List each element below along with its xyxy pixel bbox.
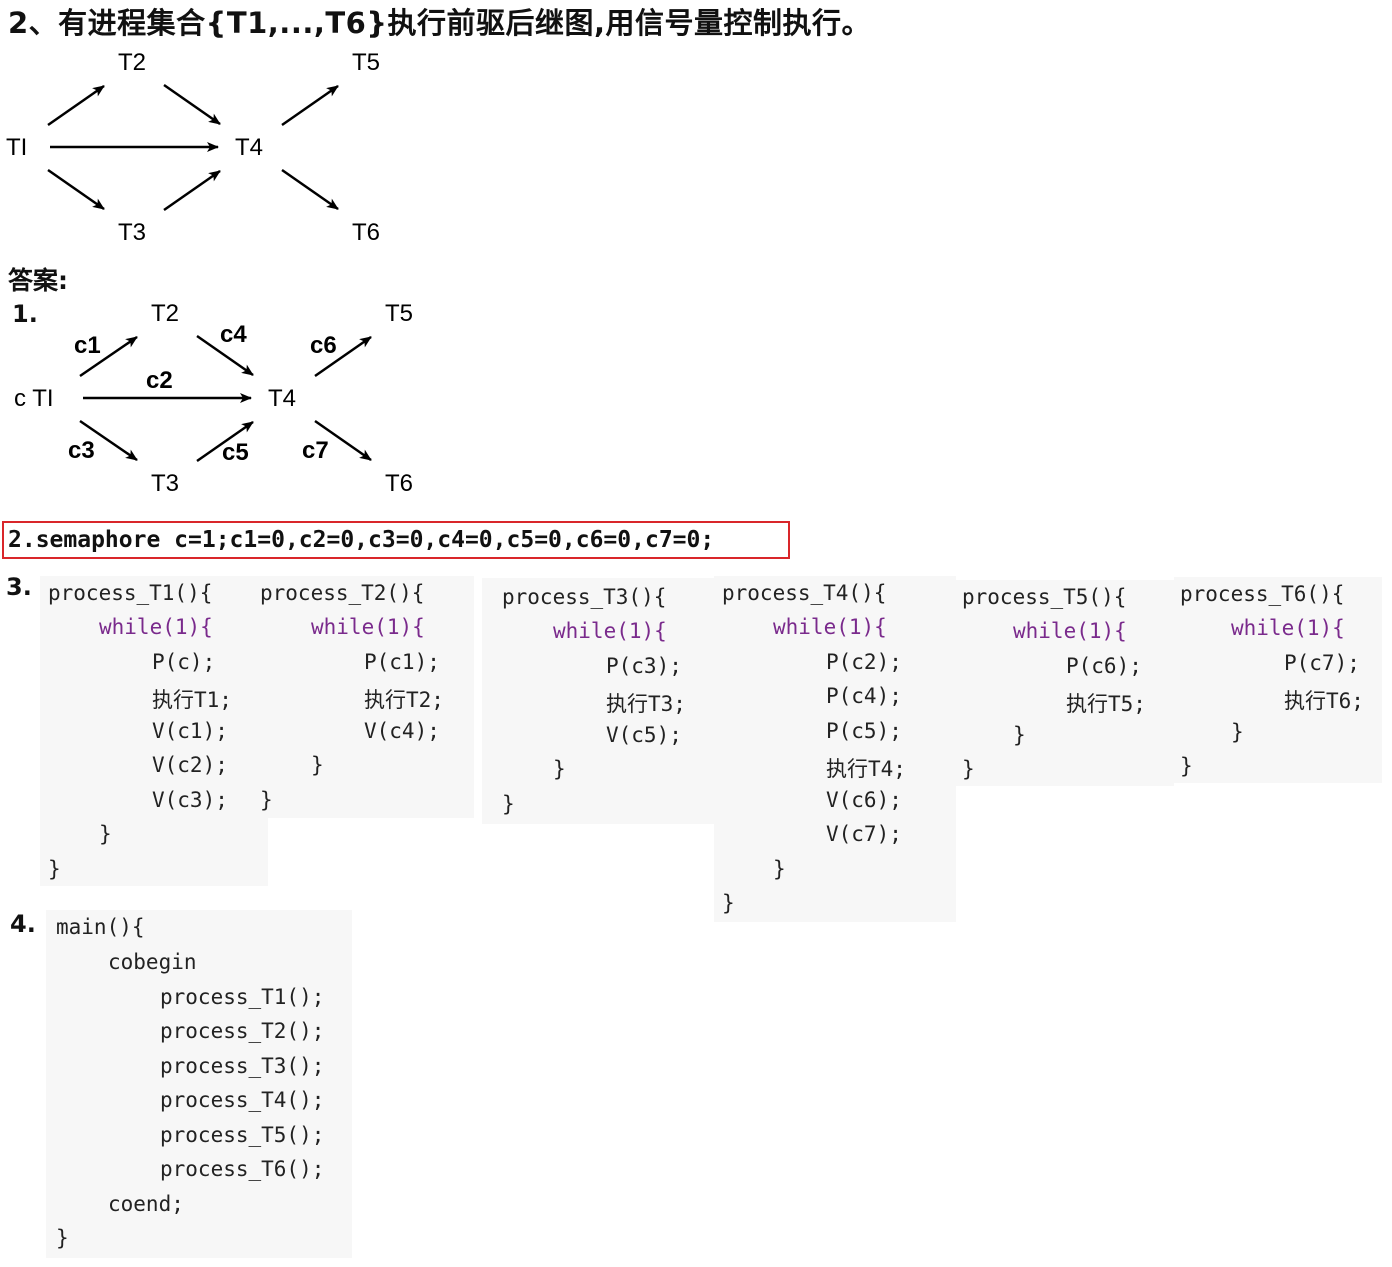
node-t1: c TI (14, 385, 54, 412)
code-line: 执行T2; (364, 688, 444, 712)
edge-t3-t4 (163, 169, 221, 212)
code-line: process_T2(){ (260, 581, 425, 605)
code-line: 执行T6; (1284, 689, 1364, 713)
code-line: process_T1(){ (48, 581, 213, 605)
code-line: main(){ (56, 915, 145, 939)
question-title: 2、有进程集合{T1,...,T6}执行前驱后继图,用信号量控制执行。 (8, 6, 871, 40)
code-line: } (48, 857, 61, 881)
semaphore-graph: c TI T2 T3 T4 T5 T6 c1 c2 c3 c4 c5 c6 c7 (14, 300, 413, 497)
node-t4: T4 (268, 385, 296, 412)
node-t3: T3 (118, 219, 146, 246)
node-t5: T5 (352, 49, 380, 76)
code-line: } (1180, 754, 1193, 778)
code-line: P(c6); (1066, 654, 1142, 678)
code-line: } (1231, 720, 1244, 744)
code-line: process_T3(); (160, 1054, 325, 1078)
code-line: V(c6); (826, 788, 902, 812)
code-block-t4: process_T4(){ while(1){ P(c2); P(c4); P(… (714, 576, 956, 922)
edge-t1-t3 (47, 168, 105, 211)
code-line: } (311, 753, 324, 777)
code-line: P(c1); (364, 650, 440, 674)
code-line: } (722, 891, 735, 915)
code-line: process_T3(){ (502, 585, 667, 609)
code-line: } (962, 757, 975, 781)
code-line: 执行T1; (152, 688, 232, 712)
code-line: process_T5(); (160, 1123, 325, 1147)
label-c7: c7 (302, 437, 329, 464)
code-line: 执行T4; (826, 757, 906, 781)
edge-t4-t5 (281, 84, 339, 127)
code-line: V(c5); (606, 723, 682, 747)
node-t3: T3 (151, 470, 179, 497)
code-line: process_T5(){ (962, 585, 1127, 609)
node-t2: T2 (118, 49, 146, 76)
code-line: V(c4); (364, 719, 440, 743)
label-c1: c1 (74, 332, 101, 359)
node-t5: T5 (385, 300, 413, 327)
edge-t1-t2 (47, 84, 105, 127)
node-t4: T4 (235, 134, 263, 161)
code-line: process_T4(); (160, 1088, 325, 1112)
node-t6: T6 (352, 219, 380, 246)
code-line: while(1){ (99, 615, 213, 639)
label-c5: c5 (222, 439, 249, 466)
code-line: while(1){ (553, 619, 667, 643)
node-t2: T2 (151, 300, 179, 327)
code-line: } (260, 788, 273, 812)
code-line: process_T6(); (160, 1157, 325, 1181)
edge-t4-t6 (281, 168, 339, 211)
code-line: 执行T3; (606, 692, 686, 716)
code-block-t5: process_T5(){ while(1){ P(c6); 执行T5; } } (956, 580, 1174, 786)
code-line: } (773, 857, 786, 881)
code-line: } (99, 822, 112, 846)
code-line: process_T4(){ (722, 581, 887, 605)
code-line: V(c2); (152, 753, 228, 777)
code-block-main: main(){ cobegin process_T1(); process_T2… (46, 910, 352, 1258)
semaphore-declaration: 2.semaphore c=1;c1=0,c2=0,c3=0,c4=0,c5=0… (2, 521, 790, 559)
code-line: } (553, 757, 566, 781)
code-line: } (56, 1226, 69, 1250)
code-line: } (1013, 723, 1026, 747)
code-line: cobegin (108, 950, 197, 974)
precedence-graph: TI T2 T3 T4 T5 T6 (6, 49, 380, 246)
code-line: while(1){ (1013, 619, 1127, 643)
label-c3: c3 (68, 437, 95, 464)
code-line: process_T1(); (160, 985, 325, 1009)
label-c2: c2 (146, 367, 173, 394)
code-line: while(1){ (311, 615, 425, 639)
code-block-t6: process_T6(){ while(1){ P(c7); 执行T6; } } (1174, 577, 1382, 783)
code-line: coend; (108, 1192, 184, 1216)
code-line: while(1){ (773, 615, 887, 639)
step3-number: 3. (6, 573, 32, 601)
code-line: P(c7); (1284, 651, 1360, 675)
node-t6: T6 (385, 470, 413, 497)
code-line: 执行T5; (1066, 692, 1146, 716)
label-c6: c6 (310, 332, 337, 359)
code-line: } (502, 792, 515, 816)
code-line: P(c); (152, 650, 216, 674)
code-line: P(c2); (826, 650, 902, 674)
code-block-t3: process_T3(){ while(1){ P(c3); 执行T3; V(c… (482, 578, 714, 824)
code-block-t1: process_T1(){ while(1){ P(c); 执行T1; V(c1… (40, 576, 268, 886)
code-line: process_T2(); (160, 1019, 325, 1043)
code-line: P(c3); (606, 654, 682, 678)
code-line: while(1){ (1231, 616, 1345, 640)
step4-number: 4. (10, 910, 36, 938)
code-line: process_T6(){ (1180, 582, 1345, 606)
code-line: V(c7); (826, 822, 902, 846)
label-c4: c4 (220, 321, 247, 348)
node-t1: TI (6, 134, 27, 161)
code-block-t2: process_T2(){ while(1){ P(c1); 执行T2; V(c… (252, 576, 474, 818)
code-line: V(c1); (152, 719, 228, 743)
code-line: P(c4); (826, 684, 902, 708)
code-line: V(c3); (152, 788, 228, 812)
edge-t2-t4 (163, 83, 221, 126)
code-line: P(c5); (826, 719, 902, 743)
